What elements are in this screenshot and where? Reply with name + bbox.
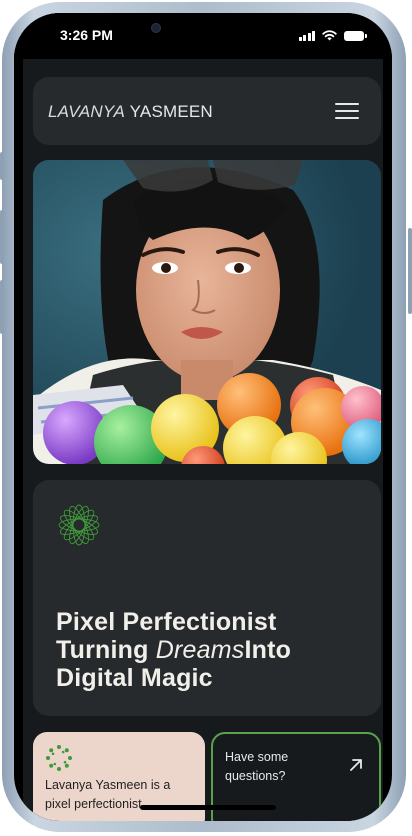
tagline-line-2-italic: Dreams — [155, 636, 245, 664]
tagline-line-2-start: Turning — [56, 636, 156, 664]
contact-questions-text: Have some questions? — [225, 750, 289, 783]
phone-screen: 3:26 PM LAVANYA YASMEEN Pixel Perfection… — [14, 13, 392, 821]
power-button — [408, 228, 412, 314]
mute-switch — [0, 152, 4, 180]
tagline-line-1: Pixel Perfectionist — [56, 608, 277, 636]
status-icons — [298, 30, 367, 41]
home-indicator[interactable] — [140, 805, 276, 810]
wifi-icon — [322, 30, 337, 41]
status-time: 3:26 PM — [60, 27, 113, 43]
status-bar: 3:26 PM — [14, 13, 392, 59]
brand-first-name: LAVANYA — [48, 102, 126, 121]
battery-icon — [344, 31, 367, 41]
tagline-line-3: Digital Magic — [56, 664, 213, 692]
dotted-ring-icon — [46, 745, 72, 771]
brand-last-name: YASMEEN — [129, 102, 213, 121]
volume-up-button — [0, 210, 4, 264]
tagline-line-2-end: Into — [244, 636, 292, 664]
hero-tagline: Pixel Perfectionist Turning DreamsInto D… — [56, 608, 356, 692]
tagline-card: Pixel Perfectionist Turning DreamsInto D… — [33, 480, 381, 716]
hamburger-menu-icon[interactable] — [335, 103, 359, 119]
hero-portrait-image — [33, 160, 381, 464]
front-camera — [151, 23, 161, 33]
arrow-up-right-icon — [350, 759, 362, 771]
portrait-illustration — [33, 160, 381, 464]
header-nav: LAVANYA YASMEEN — [33, 77, 381, 145]
volume-down-button — [0, 280, 4, 334]
spiral-flower-icon — [58, 504, 100, 546]
cellular-signal-icon — [298, 31, 315, 41]
brand-logo[interactable]: LAVANYA YASMEEN — [48, 102, 213, 122]
